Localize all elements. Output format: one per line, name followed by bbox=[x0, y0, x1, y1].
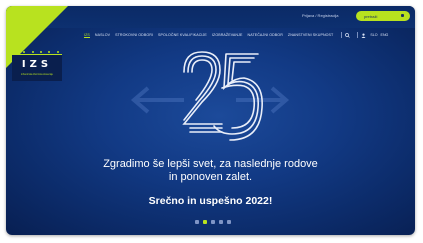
language-slo[interactable]: SLO bbox=[370, 33, 377, 37]
logo-subtitle: inženirska zbornica slovenije bbox=[21, 73, 53, 76]
carousel-dot-active[interactable] bbox=[203, 220, 207, 224]
hero-headline-line1: Zgradimo še lepši svet, za naslednje rod… bbox=[103, 158, 318, 170]
nav-item-natecajni-odbor[interactable]: NATEČAJNI ODBOR bbox=[248, 33, 283, 37]
search-placeholder: pretraži bbox=[364, 14, 378, 19]
search-icon[interactable] bbox=[345, 32, 351, 38]
nav-item-izobrazevanje[interactable]: IZOBRAŽEVANJE bbox=[212, 33, 243, 37]
nav-item-znanstveni-skupnost[interactable]: ZNANSTVENI SKUPNOST bbox=[288, 33, 333, 37]
nav-item-izs[interactable]: IZS bbox=[84, 33, 90, 38]
carousel-dot[interactable] bbox=[227, 220, 231, 224]
nav-divider bbox=[357, 32, 359, 38]
hero-greeting: Srečno in uspešno 2022! bbox=[148, 195, 273, 207]
carousel-indicators bbox=[195, 220, 231, 224]
language-eng[interactable]: ENG bbox=[381, 33, 389, 37]
nav-divider bbox=[341, 32, 343, 38]
hero-headline-line2: in ponoven zalet. bbox=[168, 171, 253, 183]
search-icon[interactable] bbox=[401, 14, 404, 17]
user-icon[interactable] bbox=[361, 33, 366, 38]
main-nav: IZS NASLOV STROKOVNI ODBORI SPOLOČNE KVA… bbox=[84, 31, 391, 39]
anniversary-25-graphic bbox=[130, 51, 290, 141]
login-link[interactable]: Prijava / Registracija bbox=[302, 13, 338, 18]
logo-text: IZS bbox=[21, 59, 53, 70]
nav-item-strokovni-odbori[interactable]: STROKOVNI ODBORI bbox=[115, 33, 153, 37]
search-input[interactable]: pretraži bbox=[356, 11, 410, 21]
website-screenshot: Prijava / Registracija pretraži IZS inže… bbox=[6, 6, 415, 235]
hero-headline: Zgradimo še lepši svet, za naslednje rod… bbox=[6, 158, 415, 184]
carousel-dot[interactable] bbox=[219, 220, 223, 224]
izs-logo[interactable]: IZS inženirska zbornica slovenije bbox=[12, 54, 62, 81]
carousel-dot[interactable] bbox=[195, 220, 199, 224]
carousel-dot[interactable] bbox=[211, 220, 215, 224]
nav-item-spolocne-kvalifikacije[interactable]: SPOLOČNE KVALIFIKACIJE bbox=[158, 33, 207, 37]
nav-item-naslov[interactable]: NASLOV bbox=[95, 33, 110, 37]
